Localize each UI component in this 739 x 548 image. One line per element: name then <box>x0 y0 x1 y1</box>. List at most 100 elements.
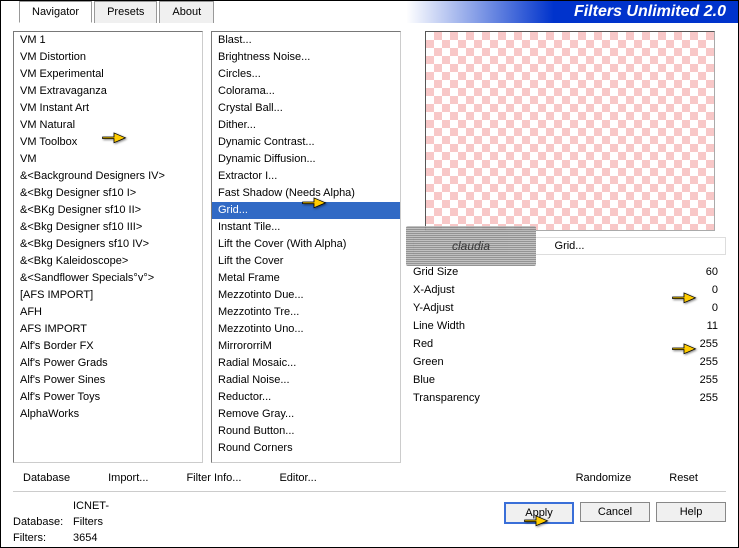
watermark-badge: claudia <box>406 226 536 266</box>
list-item[interactable]: VM <box>14 151 202 168</box>
app-title: Filters Unlimited 2.0 <box>574 3 726 21</box>
db-value: ICNET-Filters <box>73 498 133 530</box>
param-value: 255 <box>678 372 718 388</box>
param-value: 255 <box>678 354 718 370</box>
list-item[interactable]: Mezzotinto Uno... <box>212 321 400 338</box>
list-item[interactable]: Mezzotinto Due... <box>212 287 400 304</box>
filter-info-button[interactable]: Filter Info... <box>176 469 251 487</box>
param-row[interactable]: Green255 <box>413 353 726 371</box>
list-item[interactable]: AlphaWorks <box>14 406 202 423</box>
param-value: 0 <box>678 282 718 298</box>
tabs: Navigator Presets About <box>19 1 216 23</box>
list-item[interactable]: Dither... <box>212 117 400 134</box>
list-item[interactable]: Fast Shadow (Needs Alpha) <box>212 185 400 202</box>
filters-label: Filters: <box>13 530 73 546</box>
list-item[interactable]: &<Bkg Designer sf10 I> <box>14 185 202 202</box>
list-item[interactable]: Alf's Power Sines <box>14 372 202 389</box>
footer: Database:ICNET-Filters Filters:3654 Appl… <box>13 491 726 541</box>
list-item[interactable]: Instant Tile... <box>212 219 400 236</box>
list-item[interactable]: Extractor I... <box>212 168 400 185</box>
param-row[interactable]: Line Width11 <box>413 317 726 335</box>
param-label: Green <box>413 354 678 370</box>
list-item[interactable]: Brightness Noise... <box>212 49 400 66</box>
list-item[interactable]: Dynamic Contrast... <box>212 134 400 151</box>
list-item[interactable]: Circles... <box>212 66 400 83</box>
param-label: Grid Size <box>413 264 678 280</box>
list-item[interactable]: VM Instant Art <box>14 100 202 117</box>
list-item[interactable]: VM Natural <box>14 117 202 134</box>
apply-button[interactable]: Apply <box>504 502 574 524</box>
param-row[interactable]: Red255 <box>413 335 726 353</box>
param-row[interactable]: Transparency255 <box>413 389 726 407</box>
param-value: 11 <box>678 318 718 334</box>
param-row[interactable]: Blue255 <box>413 371 726 389</box>
list-item[interactable]: Blast... <box>212 32 400 49</box>
param-label: Red <box>413 336 678 352</box>
list-item[interactable]: Radial Mosaic... <box>212 355 400 372</box>
database-button[interactable]: Database <box>13 469 80 487</box>
parameter-list: Grid Size60X-Adjust0Y-Adjust0Line Width1… <box>413 263 726 463</box>
list-item[interactable]: MirrororriM <box>212 338 400 355</box>
randomize-button[interactable]: Randomize <box>566 469 642 487</box>
category-list[interactable]: VM 1VM DistortionVM ExperimentalVM Extra… <box>13 31 203 463</box>
list-item[interactable]: &<BKg Designer sf10 II> <box>14 202 202 219</box>
param-label: X-Adjust <box>413 282 678 298</box>
param-value: 0 <box>678 300 718 316</box>
param-label: Blue <box>413 372 678 388</box>
reset-button[interactable]: Reset <box>659 469 708 487</box>
list-item[interactable]: Lift the Cover <box>212 253 400 270</box>
list-item[interactable]: VM Experimental <box>14 66 202 83</box>
list-item[interactable]: &<Background Designers IV> <box>14 168 202 185</box>
param-value: 60 <box>678 264 718 280</box>
header-bar: Navigator Presets About Filters Unlimite… <box>1 1 738 23</box>
footer-info: Database:ICNET-Filters Filters:3654 <box>13 498 133 541</box>
lower-button-row: Database Import... Filter Info... Editor… <box>1 463 738 493</box>
list-item[interactable]: VM 1 <box>14 32 202 49</box>
list-item[interactable]: Radial Noise... <box>212 372 400 389</box>
editor-button[interactable]: Editor... <box>269 469 326 487</box>
param-row[interactable]: Y-Adjust0 <box>413 299 726 317</box>
list-item[interactable]: Round Corners <box>212 440 400 457</box>
list-item[interactable]: &<Bkg Designers sf10 IV> <box>14 236 202 253</box>
list-item[interactable]: Alf's Power Toys <box>14 389 202 406</box>
tab-presets[interactable]: Presets <box>94 1 157 23</box>
filters-value: 3654 <box>73 530 133 546</box>
list-item[interactable]: Lift the Cover (With Alpha) <box>212 236 400 253</box>
tab-about[interactable]: About <box>159 1 214 23</box>
list-item[interactable]: Crystal Ball... <box>212 100 400 117</box>
list-item[interactable]: Dynamic Diffusion... <box>212 151 400 168</box>
list-item[interactable]: &<Bkg Designer sf10 III> <box>14 219 202 236</box>
list-item[interactable]: VM Toolbox <box>14 134 202 151</box>
tab-navigator[interactable]: Navigator <box>19 1 92 23</box>
list-item[interactable]: Round Button... <box>212 423 400 440</box>
list-item[interactable]: VM Distortion <box>14 49 202 66</box>
list-item[interactable]: Alf's Power Grads <box>14 355 202 372</box>
filter-list[interactable]: Blast...Brightness Noise...Circles...Col… <box>211 31 401 463</box>
list-item[interactable]: AFH <box>14 304 202 321</box>
help-button[interactable]: Help <box>656 502 726 522</box>
param-value: 255 <box>678 390 718 406</box>
preview-canvas <box>425 31 715 231</box>
list-item[interactable]: Remove Gray... <box>212 406 400 423</box>
list-item[interactable]: Mezzotinto Tre... <box>212 304 400 321</box>
param-row[interactable]: X-Adjust0 <box>413 281 726 299</box>
param-label: Line Width <box>413 318 678 334</box>
list-item[interactable]: Grid... <box>212 202 400 219</box>
param-label: Y-Adjust <box>413 300 678 316</box>
list-item[interactable]: &<Sandflower Specials°v°> <box>14 270 202 287</box>
list-item[interactable]: VM Extravaganza <box>14 83 202 100</box>
list-item[interactable]: &<Bkg Kaleidoscope> <box>14 253 202 270</box>
main-area: VM 1VM DistortionVM ExperimentalVM Extra… <box>1 23 738 463</box>
param-label: Transparency <box>413 390 678 406</box>
footer-buttons: Apply Cancel Help <box>504 498 726 541</box>
param-value: 255 <box>678 336 718 352</box>
list-item[interactable]: Reductor... <box>212 389 400 406</box>
import-button[interactable]: Import... <box>98 469 158 487</box>
db-label: Database: <box>13 514 73 530</box>
list-item[interactable]: Alf's Border FX <box>14 338 202 355</box>
list-item[interactable]: AFS IMPORT <box>14 321 202 338</box>
list-item[interactable]: Colorama... <box>212 83 400 100</box>
list-item[interactable]: Metal Frame <box>212 270 400 287</box>
list-item[interactable]: [AFS IMPORT] <box>14 287 202 304</box>
cancel-button[interactable]: Cancel <box>580 502 650 522</box>
